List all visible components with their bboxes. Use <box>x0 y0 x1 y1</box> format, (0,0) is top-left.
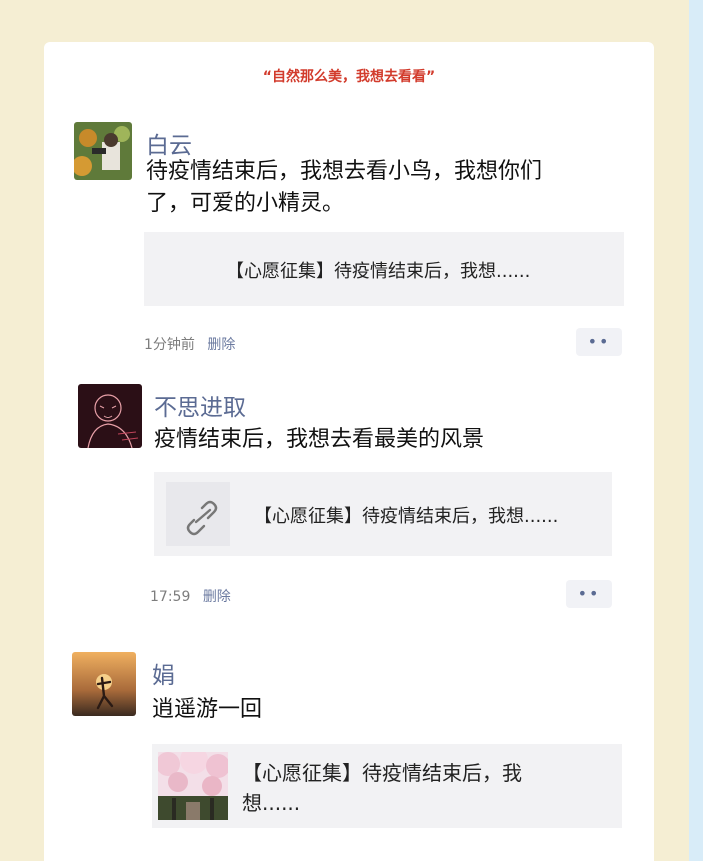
comment-meta: 17:59 删除 <box>150 586 231 606</box>
more-dots-icon[interactable]: •• <box>566 580 612 608</box>
avatar-baiyun[interactable] <box>74 122 132 180</box>
timestamp: 1分钟前 <box>144 337 195 353</box>
commenter-name[interactable]: 白云 <box>146 126 192 160</box>
link-title: 【心愿征集】待疫情结束后，我想...... <box>254 506 559 527</box>
link-title-line: 【心愿征集】待疫情结束后，我 <box>242 761 522 785</box>
right-edge-stripe <box>685 0 703 861</box>
link-icon <box>166 482 230 546</box>
shared-link-card[interactable]: 【心愿征集】待疫情结束后，我 想...... <box>152 744 622 828</box>
commenter-name[interactable]: 娟 <box>152 656 175 690</box>
comment-text-line: 了，可爱的小精灵。 <box>146 191 345 216</box>
shared-link-card[interactable]: 【心愿征集】待疫情结束后，我想...... <box>154 472 612 556</box>
comment-text: 疫情结束后，我想去看最美的风景 <box>154 427 485 452</box>
link-title-line: 想...... <box>242 791 301 815</box>
comment-meta: 1分钟前 删除 <box>144 334 235 354</box>
link-title: 【心愿征集】待疫情结束后，我 想...... <box>242 758 522 818</box>
avatar-busijinqu[interactable] <box>78 384 142 448</box>
shared-link-card[interactable]: 【心愿征集】待疫情结束后，我想...... <box>144 232 624 306</box>
timestamp: 17:59 <box>150 589 191 605</box>
delete-link[interactable]: 删除 <box>207 337 235 353</box>
link-title: 【心愿征集】待疫情结束后，我想...... <box>226 261 531 282</box>
caption: “自然那么美，我想去看看” <box>262 69 436 85</box>
more-dots-icon[interactable]: •• <box>576 328 622 356</box>
link-thumbnail <box>158 752 228 820</box>
commenter-name[interactable]: 不思进取 <box>154 388 246 422</box>
delete-link[interactable]: 删除 <box>203 589 231 605</box>
comments-card: “自然那么美，我想去看看” 白云 待疫情结束后，我想去看小鸟，我想你们 了，可爱… <box>44 42 654 861</box>
avatar-juan[interactable] <box>72 652 136 716</box>
comment-text: 待疫情结束后，我想去看小鸟，我想你们 了，可爱的小精灵。 <box>146 156 636 220</box>
comment-text-line: 待疫情结束后，我想去看小鸟，我想你们 <box>146 159 543 184</box>
comment-text: 逍遥游一回 <box>152 697 263 722</box>
